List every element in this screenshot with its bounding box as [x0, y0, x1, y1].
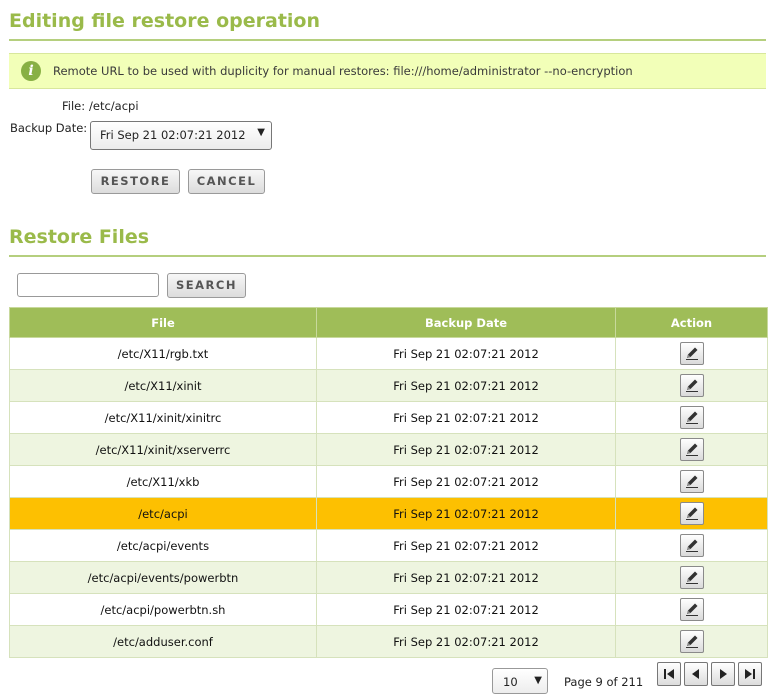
restore-files-table: File Backup Date Action /etc/X11/rgb.txt…: [9, 307, 768, 658]
next-page-icon: [720, 669, 727, 679]
restore-button[interactable]: RESTORE: [91, 169, 180, 194]
backup-date-value: Fri Sep 21 02:07:21 2012: [100, 128, 246, 142]
file-cell: /etc/adduser.conf: [9, 625, 317, 658]
file-cell: /etc/acpi/events/powerbtn: [9, 561, 317, 594]
dropdown-arrow-icon: ▼: [257, 127, 265, 138]
file-cell: /etc/X11/xkb: [9, 465, 317, 498]
title-divider: [9, 39, 766, 41]
last-page-button[interactable]: [738, 662, 762, 686]
dropdown-arrow-icon: ▼: [534, 675, 542, 686]
page-size-value: 10: [503, 675, 518, 689]
page-indicator: Page 9 of 211: [564, 675, 644, 689]
edit-button[interactable]: [679, 598, 704, 621]
pencil-icon: [685, 507, 698, 520]
first-page-icon: [664, 669, 674, 679]
previous-page-icon: [692, 669, 699, 679]
edit-button[interactable]: [679, 406, 704, 429]
file-cell: /etc/X11/xinit: [9, 369, 317, 402]
table-row[interactable]: /etc/X11/xkb Fri Sep 21 02:07:21 2012: [9, 465, 768, 498]
pencil-icon: [685, 571, 698, 584]
table-row[interactable]: /etc/X11/xinit/xinitrc Fri Sep 21 02:07:2…: [9, 401, 768, 434]
info-message: Remote URL to be used with duplicity for…: [53, 64, 633, 78]
pencil-icon: [685, 635, 698, 648]
pencil-icon: [685, 379, 698, 392]
action-cell: [615, 593, 768, 626]
file-cell: /etc/X11/xinit/xserverrc: [9, 433, 317, 466]
table-row[interactable]: /etc/acpi/events Fri Sep 21 02:07:21 2012: [9, 529, 768, 562]
table-row[interactable]: /etc/X11/xinit/xserverrc Fri Sep 21 02:07…: [9, 433, 768, 466]
file-cell: /etc/acpi/powerbtn.sh: [9, 593, 317, 626]
column-header-action: Action: [615, 307, 768, 338]
table-row[interactable]: /etc/acpi Fri Sep 21 02:07:21 2012: [9, 497, 768, 530]
backup-date-cell: Fri Sep 21 02:07:21 2012: [316, 529, 616, 562]
edit-button[interactable]: [679, 630, 704, 653]
backup-date-cell: Fri Sep 21 02:07:21 2012: [316, 561, 616, 594]
file-label: File:: [62, 99, 86, 113]
action-cell: [615, 369, 768, 402]
edit-button[interactable]: [679, 342, 704, 365]
table-row[interactable]: /etc/acpi/events/powerbtn Fri Sep 21 02:0…: [9, 561, 768, 594]
page-size-select[interactable]: 10 ▼: [492, 668, 548, 694]
section-divider: [9, 255, 766, 257]
action-cell: [615, 625, 768, 658]
backup-date-cell: Fri Sep 21 02:07:21 2012: [316, 465, 616, 498]
pencil-icon: [685, 539, 698, 552]
info-banner: i Remote URL to be used with duplicity f…: [9, 53, 766, 89]
table-header-row: File Backup Date Action: [9, 307, 768, 338]
column-header-file[interactable]: File: [9, 307, 317, 338]
backup-date-cell: Fri Sep 21 02:07:21 2012: [316, 625, 616, 658]
restore-files-title: Restore Files: [9, 226, 150, 248]
table-row[interactable]: /etc/X11/xinit Fri Sep 21 02:07:21 2012: [9, 369, 768, 402]
file-cell: /etc/acpi/events: [9, 529, 317, 562]
pencil-icon: [685, 443, 698, 456]
action-cell: [615, 337, 768, 370]
first-page-button[interactable]: [657, 662, 681, 686]
page-title: Editing file restore operation: [9, 10, 321, 32]
column-header-backup-date[interactable]: Backup Date: [316, 307, 616, 338]
backup-date-cell: Fri Sep 21 02:07:21 2012: [316, 433, 616, 466]
search-input[interactable]: [17, 273, 159, 297]
backup-date-cell: Fri Sep 21 02:07:21 2012: [316, 497, 616, 530]
backup-date-cell: Fri Sep 21 02:07:21 2012: [316, 337, 616, 370]
backup-date-select[interactable]: Fri Sep 21 02:07:21 2012 ▼: [90, 121, 272, 150]
table-row[interactable]: /etc/adduser.conf Fri Sep 21 02:07:21 201…: [9, 625, 768, 658]
pencil-icon: [685, 603, 698, 616]
edit-button[interactable]: [679, 374, 704, 397]
pencil-icon: [685, 411, 698, 424]
file-cell: /etc/X11/rgb.txt: [9, 337, 317, 370]
file-value: /etc/acpi: [89, 99, 139, 113]
next-page-button[interactable]: [711, 662, 735, 686]
edit-button[interactable]: [679, 566, 704, 589]
edit-button[interactable]: [679, 502, 704, 525]
previous-page-button[interactable]: [684, 662, 708, 686]
action-cell: [615, 561, 768, 594]
file-cell: /etc/X11/xinit/xinitrc: [9, 401, 317, 434]
backup-date-cell: Fri Sep 21 02:07:21 2012: [316, 369, 616, 402]
last-page-icon: [745, 669, 755, 679]
table-row[interactable]: /etc/X11/rgb.txt Fri Sep 21 02:07:21 2012: [9, 337, 768, 370]
pencil-icon: [685, 475, 698, 488]
edit-button[interactable]: [679, 470, 704, 493]
backup-date-cell: Fri Sep 21 02:07:21 2012: [316, 401, 616, 434]
action-cell: [615, 529, 768, 562]
edit-button[interactable]: [679, 534, 704, 557]
edit-button[interactable]: [679, 438, 704, 461]
info-icon: i: [21, 61, 41, 81]
action-cell: [615, 497, 768, 530]
file-cell: /etc/acpi: [9, 497, 317, 530]
action-cell: [615, 401, 768, 434]
pencil-icon: [685, 347, 698, 360]
search-button[interactable]: SEARCH: [167, 273, 246, 298]
cancel-button[interactable]: CANCEL: [188, 169, 265, 194]
table-row[interactable]: /etc/acpi/powerbtn.sh Fri Sep 21 02:07:21…: [9, 593, 768, 626]
backup-date-label: Backup Date:: [10, 121, 88, 135]
action-cell: [615, 465, 768, 498]
backup-date-cell: Fri Sep 21 02:07:21 2012: [316, 593, 616, 626]
action-cell: [615, 433, 768, 466]
